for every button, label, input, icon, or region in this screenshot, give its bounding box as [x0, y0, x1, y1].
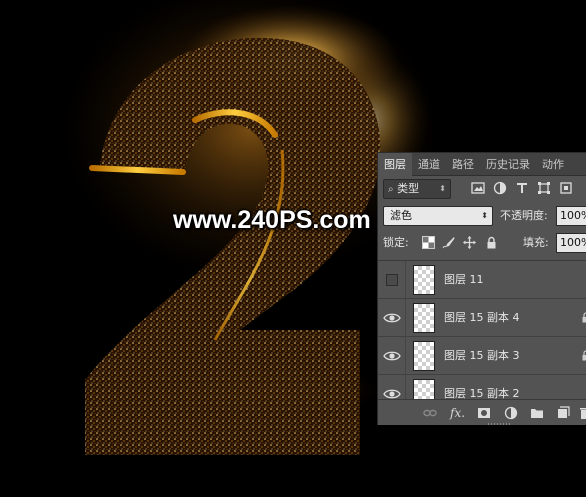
adjustment-filter-icon[interactable] — [493, 181, 507, 195]
new-group-icon[interactable] — [530, 406, 544, 420]
opacity-label: 不透明度: — [500, 209, 548, 222]
shape-filter-icon[interactable] — [537, 181, 551, 195]
filter-kind-select[interactable]: ⌕ 类型 ⬍ — [383, 179, 451, 199]
delete-layer-icon[interactable] — [578, 406, 586, 420]
layer-name[interactable]: 图层 15 副本 4 — [444, 299, 520, 337]
opacity-input[interactable]: 100% — [556, 206, 586, 226]
resize-grip[interactable] — [488, 423, 510, 425]
layer-thumbnail — [413, 379, 435, 399]
layer-filter-row: ⌕ 类型 ⬍ — [378, 179, 586, 201]
eye-icon[interactable] — [382, 308, 402, 328]
add-mask-icon[interactable] — [477, 406, 491, 420]
layer-row[interactable]: 图层 15 副本 4 — [378, 299, 586, 337]
blend-mode-select[interactable]: 滤色 ⬍ — [383, 206, 493, 226]
updown-arrow-icon: ⬍ — [439, 184, 446, 193]
link-layers-icon[interactable] — [423, 406, 437, 420]
search-icon: ⌕ — [388, 184, 394, 195]
lock-fill-row: 锁定: 填充: 100% — [378, 233, 586, 253]
divider — [405, 337, 406, 375]
adjustment-layer-icon[interactable] — [504, 406, 518, 420]
panel-tab-bar: 图层 通道 路径 历史记录 动作 — [378, 153, 586, 176]
tab-actions[interactable]: 动作 — [536, 153, 570, 176]
visibility-toggle-off[interactable] — [386, 274, 398, 286]
divider — [405, 375, 406, 399]
layers-panel: 图层 通道 路径 历史记录 动作 ⌕ 类型 ⬍ 滤色 ⬍ 不透明度: 100 锁… — [377, 152, 586, 425]
layers-bottom-toolbar: fx. — [378, 399, 586, 425]
layer-name[interactable]: 图层 15 副本 2 — [444, 375, 520, 399]
layer-list: 图层 11 图层 15 副本 4 图层 15 副本 3 图层 15 副本 2 — [378, 260, 586, 399]
layer-thumbnail — [413, 265, 435, 295]
lock-all-icon[interactable] — [485, 236, 498, 249]
new-layer-icon[interactable] — [556, 406, 570, 420]
smart-object-filter-icon[interactable] — [559, 181, 573, 195]
filter-kind-value: 类型 — [397, 182, 420, 195]
lock-icon — [582, 312, 586, 323]
type-filter-icon[interactable] — [515, 181, 529, 195]
blend-mode-value: 滤色 — [390, 209, 412, 222]
layer-row[interactable]: 图层 15 副本 2 — [378, 375, 586, 399]
layer-thumbnail — [413, 303, 435, 333]
lock-transparent-icon[interactable] — [422, 236, 435, 249]
layer-name[interactable]: 图层 11 — [444, 261, 484, 299]
tab-paths[interactable]: 路径 — [446, 153, 480, 176]
layer-row[interactable]: 图层 11 — [378, 261, 586, 299]
fill-label: 填充: — [523, 236, 549, 249]
watermark-text: www.240PS.com — [173, 206, 371, 234]
divider — [405, 261, 406, 299]
tab-history[interactable]: 历史记录 — [480, 153, 536, 176]
lock-label: 锁定: — [383, 236, 409, 249]
layer-row[interactable]: 图层 15 副本 3 — [378, 337, 586, 375]
eye-icon[interactable] — [382, 384, 402, 399]
updown-arrow-icon: ⬍ — [481, 211, 488, 220]
lock-image-icon[interactable] — [442, 236, 455, 249]
lock-position-icon[interactable] — [463, 236, 476, 249]
eye-icon[interactable] — [382, 346, 402, 366]
image-filter-icon[interactable] — [471, 181, 485, 195]
fill-input[interactable]: 100% — [556, 233, 586, 253]
tab-layers[interactable]: 图层 — [378, 153, 412, 176]
layer-name[interactable]: 图层 15 副本 3 — [444, 337, 520, 375]
layer-thumbnail — [413, 341, 435, 371]
divider — [405, 299, 406, 337]
fx-icon[interactable]: fx. — [450, 406, 465, 420]
tab-channels[interactable]: 通道 — [412, 153, 446, 176]
lock-icon — [582, 350, 586, 361]
blend-opacity-row: 滤色 ⬍ 不透明度: 100% — [378, 206, 586, 228]
